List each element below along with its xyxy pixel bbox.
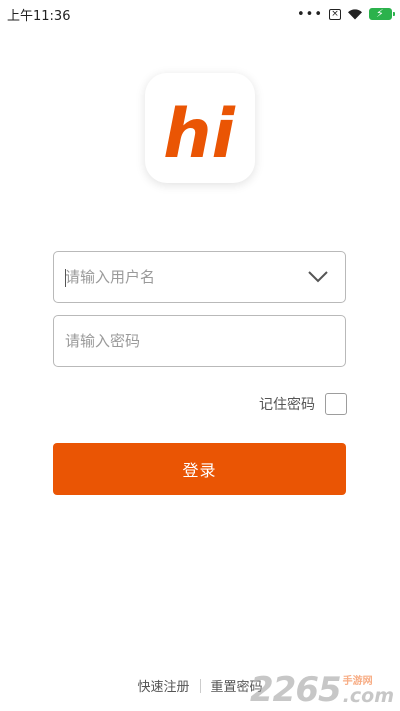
hi-logo-icon: hi [163, 95, 236, 174]
chevron-down-icon[interactable] [305, 264, 331, 290]
password-input[interactable] [54, 316, 345, 366]
battery-charging-icon: ⚡ [369, 7, 395, 20]
status-time: 上午11:36 [7, 8, 71, 24]
username-input[interactable] [54, 252, 305, 302]
password-field[interactable] [53, 315, 346, 367]
quick-register-link[interactable]: 快速注册 [137, 676, 189, 695]
remember-password[interactable]: 记住密码 [259, 393, 347, 415]
app-logo: hi [145, 73, 255, 183]
reset-password-link[interactable]: 重置密码 [211, 676, 263, 695]
remember-password-label: 记住密码 [259, 397, 315, 413]
link-divider [199, 678, 201, 693]
text-cursor [65, 269, 66, 287]
wifi-icon [348, 9, 362, 20]
login-button[interactable]: 登录 [53, 443, 346, 495]
bottom-links: 快速注册 重置密码 [0, 676, 400, 695]
logo-text: hi [163, 95, 236, 174]
status-icons: ••• × ⚡ [296, 6, 395, 22]
status-bar: 上午11:36 ••• × ⚡ [0, 0, 400, 28]
username-field[interactable] [53, 251, 346, 303]
more-dots-icon: ••• [296, 6, 323, 22]
sim-card-off-icon: × [329, 8, 341, 20]
remember-password-checkbox[interactable] [325, 393, 347, 415]
